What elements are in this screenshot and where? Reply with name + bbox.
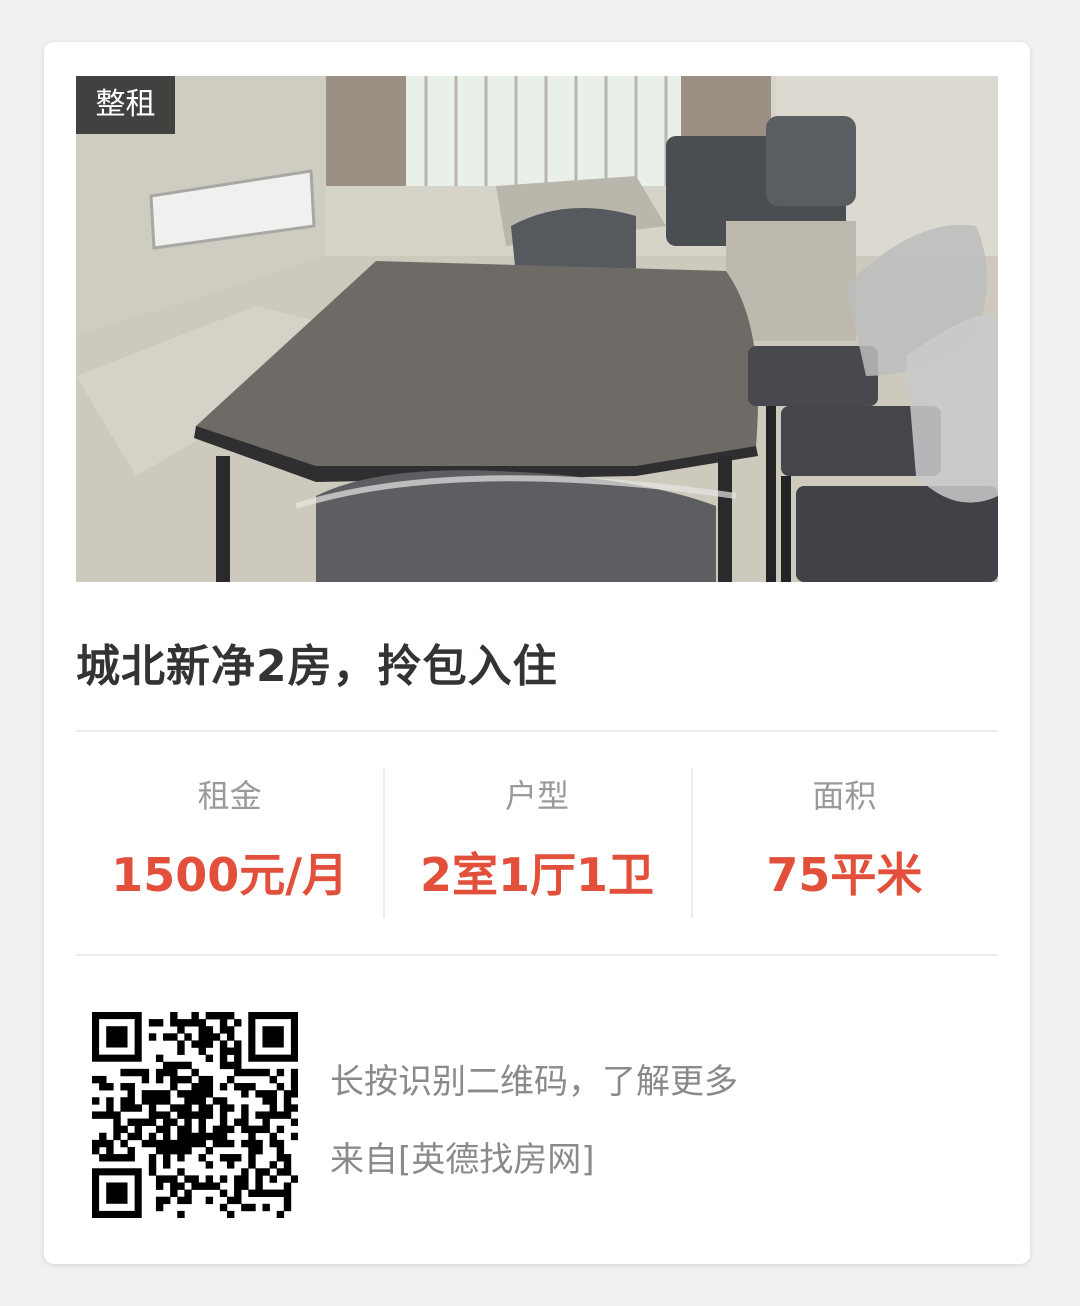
stat-layout-value: 2室1厅1卫 [419,848,654,902]
stat-area-value: 75平米 [766,848,923,902]
stat-rent-label: 租金 [197,777,262,815]
qr-code-icon [92,1012,299,1219]
listing-photo[interactable]: 整租 [76,76,998,582]
qr-code[interactable] [92,1012,299,1219]
stat-area-label: 面积 [812,777,877,815]
stat-layout: 户型 2室1厅1卫 [383,768,690,918]
stats-row: 租金 1500元/月 户型 2室1厅1卫 面积 75平米 [76,768,998,918]
stat-rent: 租金 1500元/月 [76,768,383,918]
stat-layout-label: 户型 [504,777,569,815]
rent-type-tag: 整租 [76,76,175,134]
divider-top [76,730,998,732]
source-text: 来自[英德找房网] [330,1140,595,1180]
divider-bottom [76,954,998,956]
listing-card[interactable]: 整租 城北新净2房，拎包入住 租金 1500元/月 户型 2室1厅1卫 面积 7… [44,42,1030,1264]
room-photo-illustration [76,76,998,582]
qr-hint-text: 长按识别二维码，了解更多 [330,1062,738,1102]
stat-rent-value: 1500元/月 [111,848,349,902]
listing-title[interactable]: 城北新净2房，拎包入住 [76,630,558,694]
stat-area: 面积 75平米 [690,768,998,918]
